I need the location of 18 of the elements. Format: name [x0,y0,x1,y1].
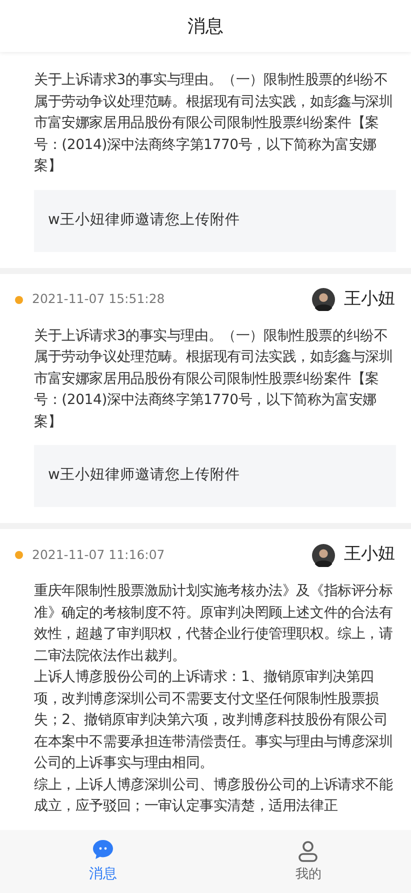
author-name: 王小妞 [344,543,395,566]
message-text: 关于上诉请求3的事实与理由。（一）限制性股票的纠纷不属于劳动争议处理范畴。根据现有司法实践，如彭鑫与深圳市富安娜家居用品股份有限公司限制性股票纠纷案件【案号：(2014)深中法商终字第1770号，以下简称为富安娜案】 [34,326,394,432]
user-icon [296,838,320,863]
attachment-notice[interactable]: w王小妞律师邀请您上传附件 [34,190,396,252]
tab-bar-item[interactable]: 消息 [0,830,206,893]
chat-icon [90,838,115,862]
tab-bar-item[interactable]: 我的 [206,830,411,893]
attachment-notice[interactable]: w王小妞律师邀请您上传附件 [34,445,396,507]
message-text: 关于上诉请求3的事实与理由。（一）限制性股票的纠纷不属于劳动争议处理范畴。根据现有司法实践，如彭鑫与深圳市富安娜家居用品股份有限公司限制性股票纠纷案件【案号：(2014)深中法商终字第1770号，以下简称为富安娜案】 [34,71,394,176]
author-name: 王小妞 [344,288,395,311]
avatar-icon [312,288,335,311]
message-time: 2021-11-07 15:51:28 [32,290,165,308]
message-text: 重庆年限制性股票激励计划实施考核办法》及《指标评分标准》确定的考核制度不符。原审判决罔顾上述文件的合法有效性，超越了审判职权，代替企业行使管理职权。综上，请二审法院依法作出裁判。 [34,582,394,666]
message-text: 上诉人博彦股份公司的上诉请求：1、撤销原审判决第四项，改判博彦深圳公司不需要支付文坚任何限制性股票损失；2、撤销原审判决第六项，改判博彦科技股份有限公司在本案中不需要承担连带清偿责任。事实与理由与博彦深圳公司的上诉事实与理由相同。 [34,668,394,773]
page-title: 消息 [188,14,224,38]
avatar-icon [312,544,335,566]
message-time: 2021-11-07 11:16:07 [32,546,165,564]
message-text: 综上，上诉人博彦深圳公司、博彦股份公司的上诉请求不能成立，应予驳回；一审认定事实清楚，适用法律正 [34,776,394,816]
